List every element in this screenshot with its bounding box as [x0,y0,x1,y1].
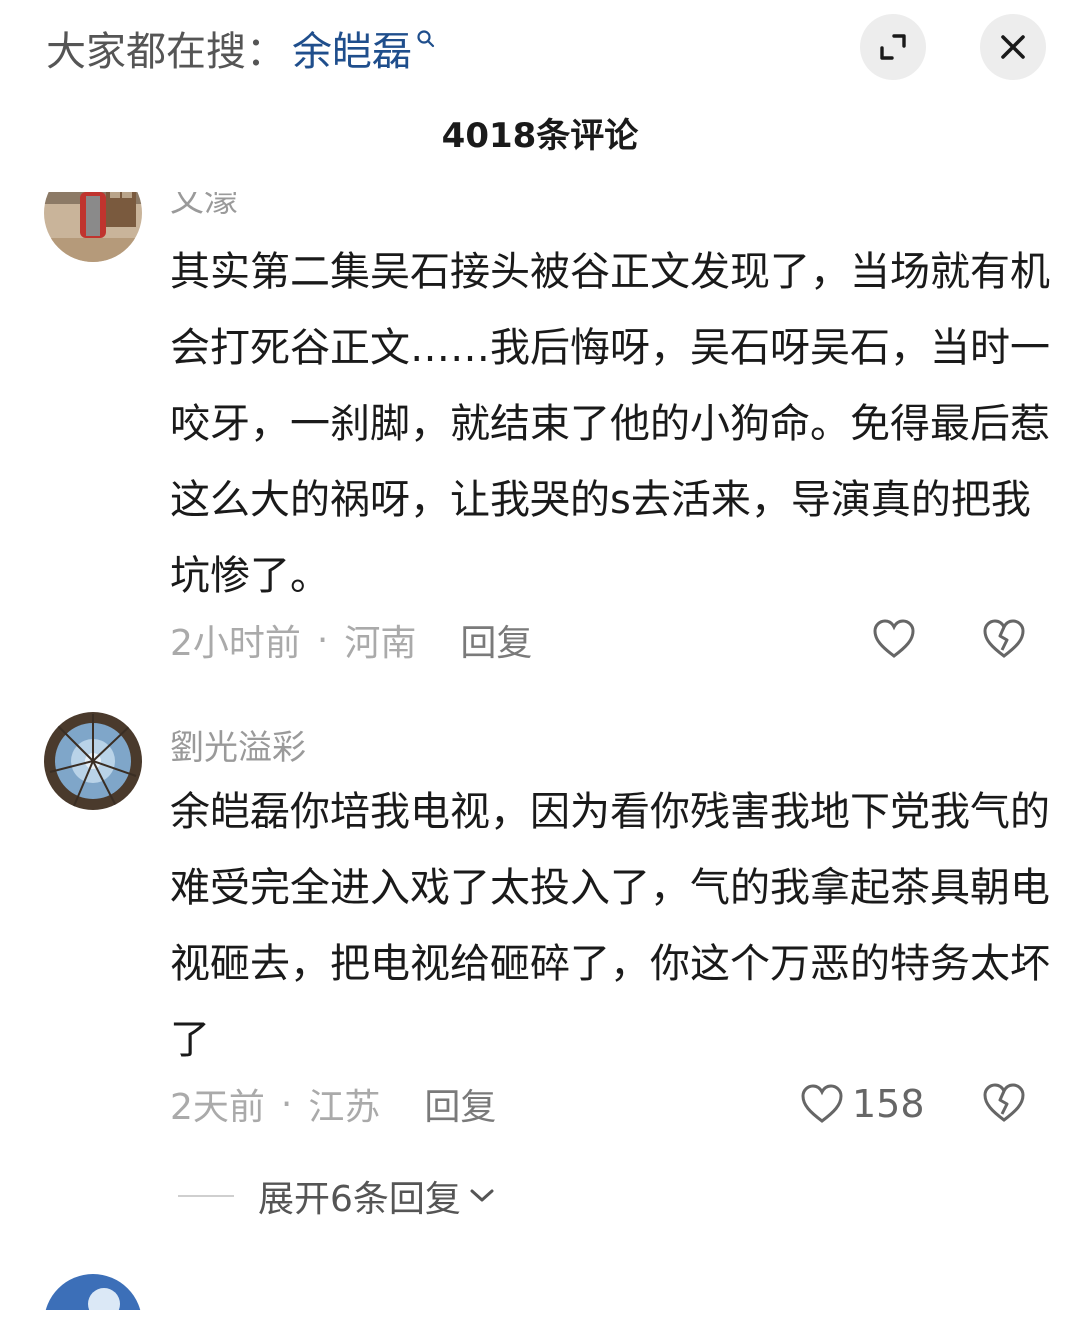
close-button[interactable] [980,14,1046,80]
dislike-button[interactable] [982,618,1026,664]
like-count: 158 [852,1082,925,1126]
bottom-edge [0,1310,1080,1326]
expand-button[interactable] [860,14,926,80]
expand-replies-label: 展开6条回复 [258,1179,461,1220]
avatar[interactable] [44,1274,142,1310]
comment-meta: 2小时前 · 河南 回复 [170,612,532,668]
search-icon [417,30,435,48]
comment-time: 2小时前 [170,623,301,664]
broken-heart-icon [983,1083,1025,1122]
close-icon [1001,35,1025,59]
comment-location: 江苏 [308,1087,381,1128]
dislike-button[interactable] [982,1082,1026,1128]
trending-search-term[interactable]: 余皑磊 [292,19,412,77]
like-button[interactable] [872,618,916,660]
expand-divider-line [178,1195,234,1197]
broken-heart-icon [983,619,1025,658]
chevron-down-icon [470,1189,494,1202]
expand-replies-button[interactable]: 展开6条回复 [178,1170,495,1222]
reply-button[interactable]: 回复 [424,1078,496,1130]
comment-username[interactable]: 劉光溢彩 [170,720,306,769]
avatar[interactable] [44,192,142,262]
heart-icon [873,619,915,658]
meta-separator: · [280,1083,293,1125]
trending-search[interactable]: 大家都在搜： 余皑磊 [46,20,436,76]
heart-icon [801,1084,843,1123]
meta-separator: · [316,619,329,661]
comment-count-title: 4018条评论 [441,116,639,156]
comment-list[interactable]: 文濛 其实第二集吴石接头被谷正文发现了，当场就有机会打死谷正文……我后悔呀，吴石… [0,192,1080,1310]
comment-username[interactable]: 文濛 [170,192,238,221]
expand-icon [880,34,906,60]
comment-text: 其实第二集吴石接头被谷正文发现了，当场就有机会打死谷正文……我后悔呀，吴石呀吴石… [170,249,1050,599]
reply-button[interactable]: 回复 [460,614,532,666]
trending-search-prefix: 大家都在搜： [46,29,286,75]
comment-time: 2天前 [170,1087,265,1128]
avatar[interactable] [44,712,142,810]
comment-meta: 2天前 · 江苏 回复 [170,1076,496,1132]
comment-text: 余皑磊你培我电视，因为看你残害我地下党我气的难受完全进入戏了太投入了，气的我拿起… [170,789,1050,1063]
comment-location: 河南 [344,623,417,664]
like-button[interactable]: 158 [800,1082,925,1126]
